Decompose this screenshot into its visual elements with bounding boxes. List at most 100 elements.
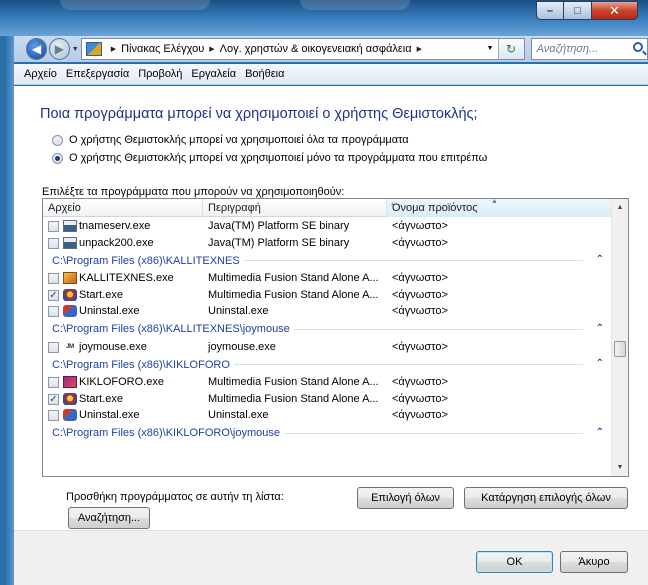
minimize-button[interactable]: – <box>536 1 564 20</box>
radio-allowed-indicator[interactable] <box>52 152 63 164</box>
column-header-description[interactable]: Περιγραφή <box>203 199 387 217</box>
program-checkbox[interactable]: ✓ <box>48 289 59 301</box>
list-item[interactable]: KIKLOFORO.exe Multimedia Fusion Stand Alo… <box>43 374 613 391</box>
group-header[interactable]: C:\Program Files (x86)\KIKLOFORO ⌃ <box>43 355 613 374</box>
program-checkbox[interactable]: ✓ <box>48 393 59 405</box>
program-checkbox[interactable] <box>48 306 59 317</box>
program-description: Multimedia Fusion Stand Alone A... <box>208 272 379 285</box>
collapse-chevron-icon[interactable]: ⌃ <box>596 358 604 369</box>
start-icon <box>63 392 77 405</box>
program-checkbox[interactable] <box>48 273 59 284</box>
group-path[interactable]: C:\Program Files (x86)\KALLITEXNES\joymo… <box>52 323 294 335</box>
group-header[interactable]: C:\Program Files (x86)\KALLITEXNES ⌃ <box>43 251 613 270</box>
search-placeholder: Αναζήτηση... <box>536 43 599 55</box>
program-product: <άγνωστο> <box>392 288 448 301</box>
program-checkbox[interactable] <box>48 410 59 421</box>
program-description: Multimedia Fusion Stand Alone A... <box>208 288 379 301</box>
menu-edit[interactable]: Επεξεργασία <box>66 68 129 80</box>
program-file: KIKLOFORO.exe <box>79 376 164 389</box>
group-header[interactable]: C:\Program Files (x86)\KALLITEXNES\joymo… <box>43 320 613 339</box>
program-product: <άγνωστο> <box>392 220 448 233</box>
program-product: <άγνωστο> <box>392 236 448 249</box>
clear-all-button[interactable]: Κατάργηση επιλογής όλων <box>464 487 628 509</box>
program-checkbox[interactable] <box>48 237 59 249</box>
program-file: KALLITEXNES.exe <box>79 272 174 285</box>
program-product: <άγνωστο> <box>392 272 448 285</box>
list-item[interactable]: KALLITEXNES.exe Multimedia Fusion Stand A… <box>43 270 613 287</box>
group-path[interactable]: C:\Program Files (x86)\KALLITEXNES <box>52 254 244 267</box>
java-icon <box>63 220 77 232</box>
list-item[interactable]: ᴶᴹ joymouse.exe joymouse.exe <άγνωστο> <box>43 339 613 356</box>
breadcrumb-separator-icon[interactable]: ▶ <box>111 45 116 53</box>
program-checkbox[interactable] <box>48 377 59 388</box>
ok-button[interactable]: OK <box>476 551 553 573</box>
kikloforo-icon <box>63 376 77 388</box>
list-item[interactable]: tnameserv.exe Java(TM) Platform SE binary… <box>43 218 613 235</box>
program-checkbox[interactable] <box>48 341 59 353</box>
program-checkbox[interactable] <box>48 221 59 232</box>
scrollbar-thumb[interactable] <box>614 340 626 357</box>
program-file: Uninstal.exe <box>79 409 140 422</box>
group-path[interactable]: C:\Program Files (x86)\KIKLOFORO\joymous… <box>52 427 285 439</box>
program-file: tnameserv.exe <box>79 220 151 233</box>
program-product: <άγνωστο> <box>392 305 448 318</box>
program-rows: tnameserv.exe Java(TM) Platform SE binary… <box>43 218 613 443</box>
scroll-down-arrow-icon[interactable]: ▼ <box>612 459 628 476</box>
add-program-label: Προσθήκη προγράμματος σε αυτήν τη λίστα: <box>66 491 284 503</box>
list-item[interactable]: Uninstal.exe Uninstal.exe <άγνωστο> <box>43 407 613 424</box>
collapse-chevron-icon[interactable]: ⌃ <box>596 254 604 265</box>
forward-button[interactable]: ▶ <box>48 38 70 60</box>
browse-button[interactable]: Αναζήτηση... <box>68 507 150 529</box>
group-path[interactable]: C:\Program Files (x86)\KIKLOFORO <box>52 358 234 371</box>
menu-tools[interactable]: Εργαλεία <box>191 68 236 80</box>
program-product: <άγνωστο> <box>392 409 448 422</box>
radio-all-label[interactable]: Ο χρήστης Θεμιστοκλής μπορεί να χρησιμοπ… <box>69 134 409 146</box>
navigation-bar: ◀ ▶ ▼ ▶ Πίνακας Ελέγχου ▶ Λογ. χρηστών &… <box>14 36 648 62</box>
breadcrumb-separator-icon[interactable]: ▶ <box>209 45 214 53</box>
recent-pages-dropdown[interactable]: ▼ <box>72 46 79 53</box>
menu-file[interactable]: Αρχείο <box>24 68 57 80</box>
radio-allowed-label[interactable]: Ο χρήστης Θεμιστοκλής μπορεί να χρησιμοπ… <box>69 152 487 164</box>
list-scrollbar[interactable]: ▲ ▼ <box>611 199 628 476</box>
close-button[interactable]: ✕ <box>592 1 638 20</box>
program-description: Java(TM) Platform SE binary <box>208 236 350 249</box>
collapse-chevron-icon[interactable]: ⌃ <box>596 323 604 334</box>
column-header-file[interactable]: Αρχείο <box>43 199 203 217</box>
cancel-button[interactable]: Άκυρο <box>560 551 628 573</box>
group-header[interactable]: C:\Program Files (x86)\KIKLOFORO\joymous… <box>43 424 613 443</box>
menu-view[interactable]: Προβολή <box>138 68 182 80</box>
radio-all-indicator[interactable] <box>52 134 63 146</box>
program-list[interactable]: Αρχείο Περιγραφή Όνομα προϊόντος ▲ tname… <box>42 198 629 477</box>
program-file: Start.exe <box>79 392 124 405</box>
scroll-up-arrow-icon[interactable]: ▲ <box>612 199 628 216</box>
joymouse-icon: ᴶᴹ <box>66 341 74 352</box>
breadcrumb: ▶ Πίνακας Ελέγχου ▶ Λογ. χρηστών & οικογ… <box>106 43 427 55</box>
program-description: Multimedia Fusion Stand Alone A... <box>208 392 379 405</box>
list-item[interactable]: ✓ Start.exe Multimedia Fusion Stand Alone … <box>43 391 613 408</box>
program-list-header: Αρχείο Περιγραφή Όνομα προϊόντος ▲ <box>43 199 613 217</box>
radio-allowed-programs[interactable]: Ο χρήστης Θεμιστοκλής μπορεί να χρησιμοπ… <box>52 152 487 164</box>
address-bar[interactable]: ▶ Πίνακας Ελέγχου ▶ Λογ. χρηστών & οικογ… <box>80 38 525 60</box>
breadcrumb-separator-icon[interactable]: ▶ <box>417 45 422 53</box>
maximize-button[interactable]: □ <box>564 1 592 20</box>
breadcrumb-control-panel[interactable]: Πίνακας Ελέγχου <box>121 43 204 55</box>
refresh-button[interactable]: ↻ <box>497 39 524 59</box>
address-dropdown-icon[interactable]: ▼ <box>487 45 494 52</box>
search-icon[interactable] <box>633 42 643 52</box>
list-item[interactable]: unpack200.exe Java(TM) Platform SE binary… <box>43 235 613 252</box>
select-all-button[interactable]: Επιλογή όλων <box>357 487 454 509</box>
breadcrumb-user-accounts[interactable]: Λογ. χρηστών & οικογενειακή ασφάλεια <box>220 43 412 55</box>
window-title-bar: – □ ✕ <box>0 0 648 36</box>
back-button[interactable]: ◀ <box>26 38 47 60</box>
uninstall-icon <box>63 305 77 317</box>
page-title: Ποια προγράμματα μπορεί να χρησιμοποιεί … <box>40 106 478 122</box>
radio-all-programs[interactable]: Ο χρήστης Θεμιστοκλής μπορεί να χρησιμοπ… <box>52 134 409 146</box>
search-input[interactable]: Αναζήτηση... <box>530 38 648 60</box>
program-description: joymouse.exe <box>208 340 276 353</box>
start-icon <box>63 288 77 301</box>
column-header-product[interactable]: Όνομα προϊόντος <box>387 199 613 217</box>
list-item[interactable]: Uninstal.exe Uninstal.exe <άγνωστο> <box>43 303 613 320</box>
collapse-chevron-icon[interactable]: ⌃ <box>596 427 604 438</box>
menu-help[interactable]: Βοήθεια <box>245 68 284 80</box>
list-item[interactable]: ✓ Start.exe Multimedia Fusion Stand Alone … <box>43 287 613 304</box>
